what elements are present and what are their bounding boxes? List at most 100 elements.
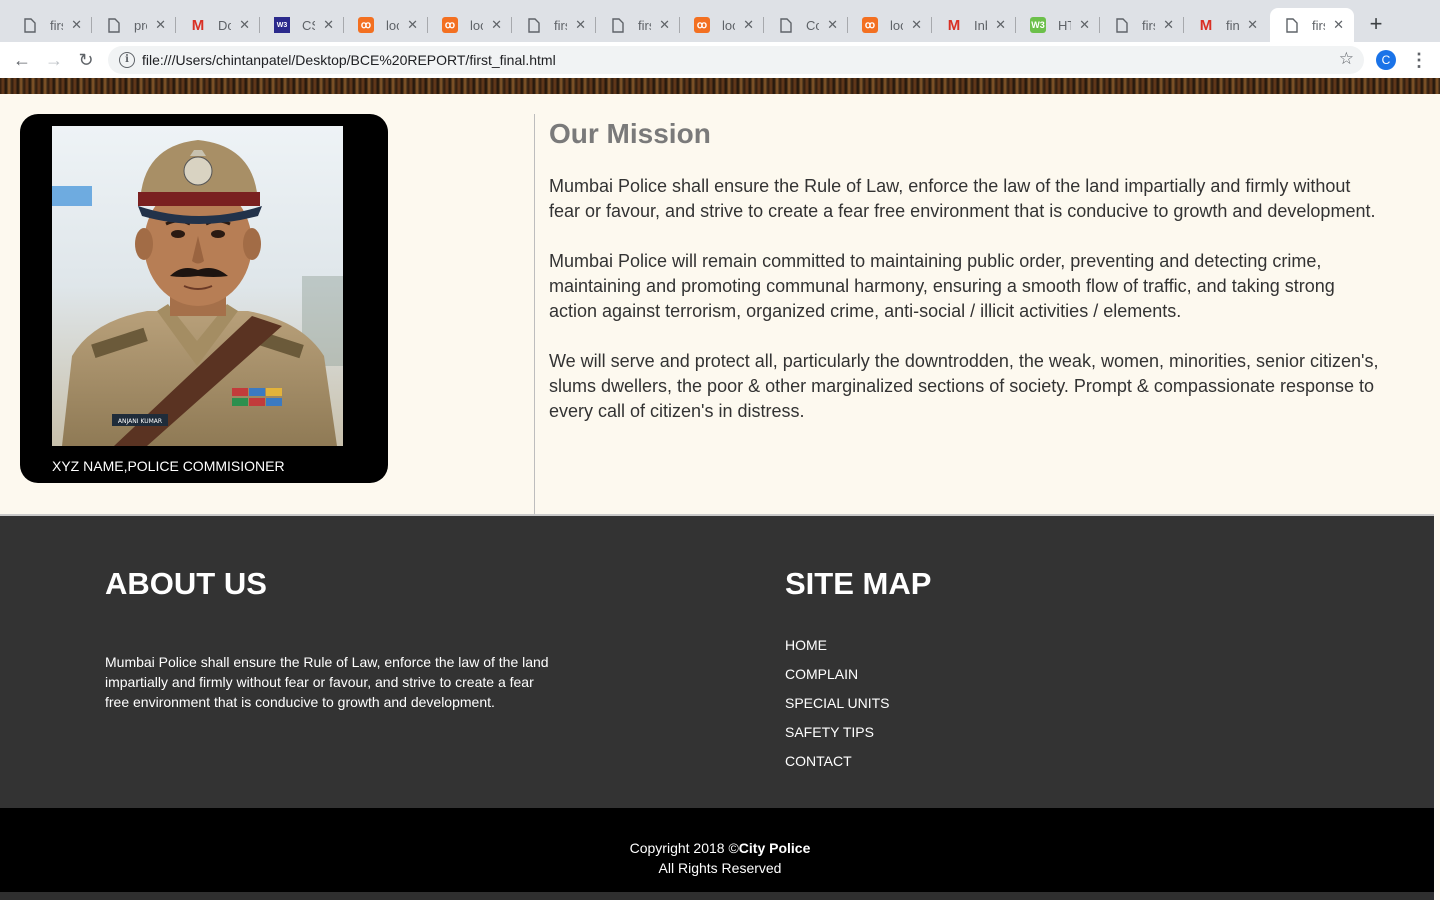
close-icon[interactable]: ✕ xyxy=(575,17,586,33)
browser-tab[interactable]: ꝏ localhost ✕ xyxy=(344,8,428,42)
browser-tab[interactable]: first_final.html ✕ xyxy=(8,8,92,42)
site-footer: ABOUT US Mumbai Police shall ensure the … xyxy=(0,514,1440,808)
sitemap-link-special-units[interactable]: SPECIAL UNITS xyxy=(785,693,890,722)
tab-label: first_final.html xyxy=(50,17,63,33)
browser-tab[interactable]: Con ✕ xyxy=(764,8,848,42)
close-icon[interactable]: ✕ xyxy=(827,17,838,33)
browser-tab-strip: first_final.html ✕ project ✕ M Docs ✕ W3… xyxy=(0,0,1440,42)
officer-photo: ANJANI KUMAR xyxy=(52,126,343,446)
mission-paragraph: Mumbai Police will remain committed to m… xyxy=(549,251,1335,321)
browser-tab[interactable]: project ✕ xyxy=(92,8,176,42)
forward-icon[interactable]: → xyxy=(42,48,66,72)
mission-paragraph: We will serve and protect all, particula… xyxy=(549,351,1379,421)
close-icon[interactable]: ✕ xyxy=(743,17,754,33)
tab-label: final xyxy=(1226,17,1240,33)
tab-label: first xyxy=(1312,17,1325,33)
mission-title: Our Mission xyxy=(549,118,711,149)
gmail-icon: M xyxy=(191,16,205,34)
about-us-title: ABOUT US xyxy=(105,566,267,601)
html-icon: W3 xyxy=(1030,17,1046,33)
tab-label: Con xyxy=(806,17,820,33)
copyright-brand: City Police xyxy=(738,840,811,856)
w3schools-icon: W3 xyxy=(274,17,290,33)
sitemap-link-complain[interactable]: COMPLAIN xyxy=(785,664,890,693)
browser-tab[interactable]: M final ✕ xyxy=(1184,8,1268,42)
profile-avatar[interactable]: C xyxy=(1376,50,1396,70)
close-icon[interactable]: ✕ xyxy=(1333,17,1344,33)
mission-paragraph: Mumbai Police shall ensure the Rule of L… xyxy=(549,176,1376,221)
browser-tab[interactable]: first ✕ xyxy=(1100,8,1184,42)
close-icon[interactable]: ✕ xyxy=(995,17,1006,33)
browser-tab[interactable]: W3 HTML ✕ xyxy=(1016,8,1100,42)
mission-body: Mumbai Police shall ensure the Rule of L… xyxy=(549,174,1379,449)
tab-label: localhost xyxy=(386,17,399,33)
tab-label: first xyxy=(554,17,567,33)
vertical-divider xyxy=(534,114,535,514)
tab-label: Inbox xyxy=(974,17,987,33)
close-icon[interactable]: ✕ xyxy=(1079,17,1090,33)
tab-label: first xyxy=(638,17,651,33)
browser-tab[interactable]: first ✕ xyxy=(512,8,596,42)
file-icon xyxy=(106,17,122,33)
browser-tab[interactable]: ꝏ localhost ✕ xyxy=(428,8,512,42)
copyright-prefix: Copyright 2018 © xyxy=(629,840,739,856)
reload-icon[interactable]: ↻ xyxy=(74,48,98,72)
tab-label: first xyxy=(1142,17,1155,33)
browser-toolbar: ← → ↻ i file:///Users/chintanpatel/Deskt… xyxy=(0,42,1440,78)
close-icon[interactable]: ✕ xyxy=(911,17,922,33)
file-icon xyxy=(526,17,542,33)
about-us-text: Mumbai Police shall ensure the Rule of L… xyxy=(105,654,549,710)
officer-caption: XYZ NAME,POLICE COMMISIONER xyxy=(52,458,285,474)
browser-tab[interactable]: ꝏ localhost ✕ xyxy=(848,8,932,42)
tab-label: project xyxy=(134,17,147,33)
tab-label: localhost xyxy=(890,17,903,33)
svg-text:ANJANI KUMAR: ANJANI KUMAR xyxy=(118,418,162,425)
file-icon xyxy=(1284,17,1300,33)
sitemap-link-safety-tips[interactable]: SAFETY TIPS xyxy=(785,722,890,751)
close-icon[interactable]: ✕ xyxy=(155,17,166,33)
xampp-icon: ꝏ xyxy=(694,17,710,33)
back-icon[interactable]: ← xyxy=(10,48,34,72)
copyright-bar: Copyright 2018 ©City Police All Rights R… xyxy=(0,808,1440,892)
url-text[interactable]: file:///Users/chintanpatel/Desktop/BCE%2… xyxy=(142,52,556,68)
browser-tab[interactable]: first ✕ xyxy=(596,8,680,42)
mission-section: ANJANI KUMAR XYZ NAME,POLICE COMMISIONER… xyxy=(0,94,1440,514)
file-icon xyxy=(778,17,794,33)
browser-tab[interactable]: W3 CSS ✕ xyxy=(260,8,344,42)
close-icon[interactable]: ✕ xyxy=(407,17,418,33)
sitemap-link-home[interactable]: HOME xyxy=(785,635,890,664)
file-icon xyxy=(22,17,38,33)
gmail-icon: M xyxy=(947,16,961,34)
close-icon[interactable]: ✕ xyxy=(1163,17,1174,33)
bottom-strip xyxy=(0,892,1440,900)
bookmark-star-icon[interactable]: ☆ xyxy=(1339,49,1354,69)
close-icon[interactable]: ✕ xyxy=(1247,17,1258,33)
close-icon[interactable]: ✕ xyxy=(71,17,82,33)
close-icon[interactable]: ✕ xyxy=(323,17,334,33)
site-map-title: SITE MAP xyxy=(785,566,932,601)
site-map-list: HOME COMPLAIN SPECIAL UNITS SAFETY TIPS … xyxy=(785,635,890,780)
close-icon[interactable]: ✕ xyxy=(659,17,670,33)
sitemap-link-contact[interactable]: CONTACT xyxy=(785,751,890,780)
xampp-icon: ꝏ xyxy=(442,17,458,33)
browser-tab[interactable]: ꝏ localhost ✕ xyxy=(680,8,764,42)
address-bar[interactable]: i file:///Users/chintanpatel/Desktop/BCE… xyxy=(108,46,1364,74)
browser-tab-active[interactable]: first ✕ xyxy=(1270,8,1354,42)
browser-tab[interactable]: M Inbox ✕ xyxy=(932,8,1016,42)
tab-label: localhost xyxy=(722,17,735,33)
browser-tab[interactable]: M Docs ✕ xyxy=(176,8,260,42)
tab-label: HTML xyxy=(1058,17,1071,33)
close-icon[interactable]: ✕ xyxy=(239,17,250,33)
copyright-line: Copyright 2018 ©City Police xyxy=(0,838,1440,858)
header-banner-strip xyxy=(0,78,1440,94)
close-icon[interactable]: ✕ xyxy=(491,17,502,33)
new-tab-button[interactable]: + xyxy=(1364,12,1388,36)
rights-reserved: All Rights Reserved xyxy=(658,860,782,876)
tab-label: CSS xyxy=(302,17,315,33)
gmail-icon: M xyxy=(1199,16,1213,34)
xampp-icon: ꝏ xyxy=(862,17,878,33)
tab-label: localhost xyxy=(470,17,483,33)
tab-label: Docs xyxy=(218,17,232,33)
info-icon[interactable]: i xyxy=(119,52,135,68)
more-menu-icon[interactable]: ⋮ xyxy=(1410,48,1428,72)
